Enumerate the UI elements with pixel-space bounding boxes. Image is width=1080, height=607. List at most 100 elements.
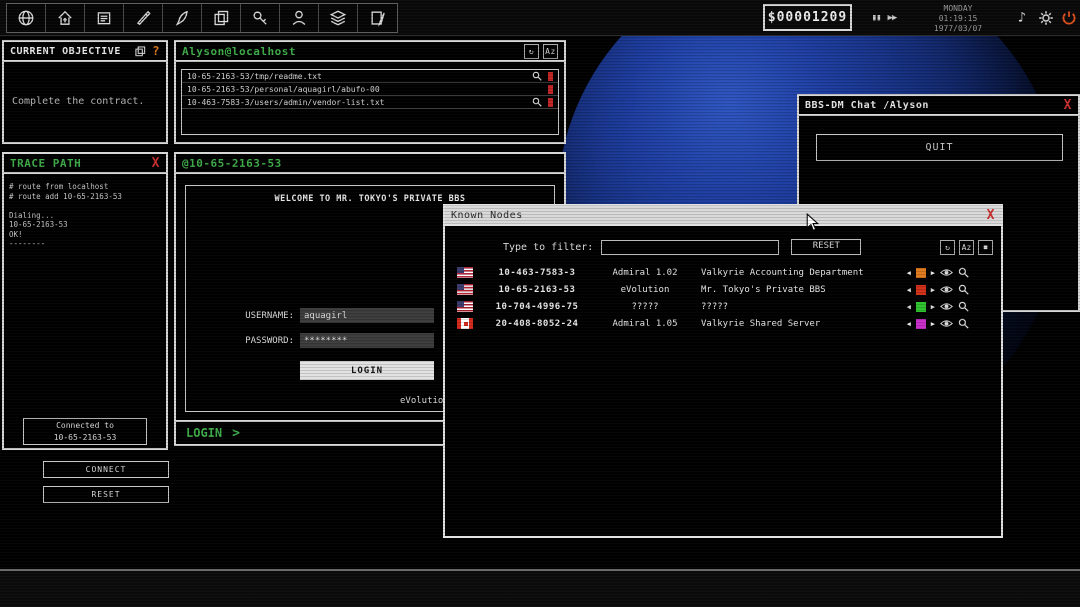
- nodes-titlebar[interactable]: Known Nodes X: [445, 206, 1001, 226]
- node-address: 10-463-7583-3: [498, 267, 576, 278]
- search-icon[interactable]: [958, 318, 969, 329]
- fast-forward-button[interactable]: ▶▶: [888, 13, 898, 23]
- connection-status: Connected to 10-65-2163-53: [23, 418, 147, 445]
- nodes-title: Known Nodes: [451, 209, 523, 221]
- password-field[interactable]: [300, 333, 434, 348]
- popout-icon[interactable]: [135, 45, 146, 57]
- eye-icon[interactable]: [940, 319, 953, 328]
- node-row: 20-408-8052-24 Admiral 1.05 Valkyrie Sha…: [453, 315, 993, 332]
- history-icon[interactable]: ↻: [524, 43, 539, 59]
- reset-button[interactable]: RESET: [43, 486, 169, 503]
- connect-button[interactable]: CONNECT: [43, 461, 169, 478]
- music-icon[interactable]: ♪: [1012, 8, 1032, 28]
- design-tools-icon[interactable]: [124, 4, 163, 32]
- software-stack-icon[interactable]: [319, 4, 358, 32]
- login-button[interactable]: LOGIN: [300, 361, 434, 380]
- color-prev-button[interactable]: ◀: [907, 303, 911, 311]
- file-path: 10-463-7583-3/users/admin/vendor-list.tx…: [187, 97, 385, 107]
- eye-icon[interactable]: [940, 302, 953, 311]
- close-icon[interactable]: X: [987, 208, 995, 223]
- username-label: USERNAME:: [245, 310, 294, 321]
- color-next-button[interactable]: ▶: [931, 269, 935, 277]
- eye-icon[interactable]: [940, 268, 953, 277]
- history-icon[interactable]: ↻: [940, 239, 955, 255]
- pause-button[interactable]: ▮▮: [872, 13, 882, 23]
- gear-icon[interactable]: [1036, 8, 1056, 28]
- home-upload-icon[interactable]: [46, 4, 85, 32]
- search-icon[interactable]: [958, 284, 969, 295]
- color-prev-button[interactable]: ◀: [907, 286, 911, 294]
- newspaper-icon[interactable]: [85, 4, 124, 32]
- view-file-icon[interactable]: [532, 71, 542, 81]
- mission-notes-icon[interactable]: [358, 4, 397, 32]
- help-icon[interactable]: ?: [152, 44, 160, 58]
- node-description: Mr. Tokyo's Private BBS: [701, 284, 826, 295]
- objective-titlebar: CURRENT OBJECTIVE ?: [4, 42, 166, 62]
- search-icon[interactable]: [958, 301, 969, 312]
- clock-day: MONDAY: [943, 4, 973, 13]
- node-address: 20-408-8052-24: [495, 318, 579, 329]
- country-flag-icon: [457, 301, 473, 312]
- trace-log: # route from localhost # route add 10-65…: [9, 182, 122, 248]
- node-description: Valkyrie Accounting Department: [701, 267, 864, 278]
- power-icon[interactable]: [1059, 8, 1079, 28]
- money-display: $00001209: [763, 4, 852, 31]
- identity-icon[interactable]: [280, 4, 319, 32]
- clock-date: 1977/03/07: [933, 24, 983, 33]
- node-controls: ◀ ▶: [907, 284, 969, 295]
- app-icon-strip: [6, 3, 398, 33]
- node-row: 10-463-7583-3 Admiral 1.02 Valkyrie Acco…: [453, 264, 993, 281]
- delete-file-icon[interactable]: [548, 97, 553, 107]
- node-controls: ◀ ▶: [907, 267, 969, 278]
- node-color-swatch[interactable]: [915, 318, 926, 329]
- sort-az-icon[interactable]: Az: [959, 239, 974, 255]
- username-field[interactable]: [300, 308, 434, 323]
- country-flag-icon: [457, 267, 473, 278]
- file-list: 10-65-2163-53/tmp/readme.txt 10-65-2163-…: [181, 69, 559, 135]
- color-next-button[interactable]: ▶: [931, 286, 935, 294]
- game-screen: { "topbar": { "icons": ["world-network",…: [0, 0, 1080, 607]
- crt-line: [0, 569, 1080, 571]
- color-prev-button[interactable]: ◀: [907, 320, 911, 328]
- delete-file-icon[interactable]: [548, 84, 553, 94]
- crt-band: [0, 571, 1080, 607]
- color-next-button[interactable]: ▶: [931, 303, 935, 311]
- objective-title: CURRENT OBJECTIVE: [10, 45, 121, 57]
- time-controls: ▮▮ ▶▶: [858, 4, 910, 31]
- view-mode-icon[interactable]: ■: [978, 239, 993, 255]
- ink-quill-icon[interactable]: [163, 4, 202, 32]
- objective-text: Complete the contract.: [12, 95, 145, 107]
- node-color-swatch[interactable]: [915, 284, 926, 295]
- node-system: ?????: [631, 301, 659, 312]
- sort-az-icon[interactable]: Az: [543, 43, 558, 59]
- search-icon[interactable]: [958, 267, 969, 278]
- file-row: 10-65-2163-53/tmp/readme.txt: [182, 70, 558, 83]
- color-prev-button[interactable]: ◀: [907, 269, 911, 277]
- keychain-icon[interactable]: [241, 4, 280, 32]
- close-icon[interactable]: X: [152, 156, 160, 171]
- node-color-swatch[interactable]: [915, 301, 926, 312]
- file-row: 10-463-7583-3/users/admin/vendor-list.tx…: [182, 96, 558, 109]
- quit-button[interactable]: QUIT: [816, 134, 1063, 161]
- bbs-welcome-text: WELCOME TO MR. TOKYO'S PRIVATE BBS: [274, 194, 466, 204]
- nodes-toolbar: Type to filter: RESET ↻ Az ■: [445, 238, 1001, 256]
- filter-input[interactable]: [601, 239, 780, 255]
- bbs-title: @10-65-2163-53: [182, 156, 282, 170]
- filter-label: Type to filter:: [503, 241, 594, 253]
- delete-file-icon[interactable]: [548, 71, 553, 81]
- file-path: 10-65-2163-53/personal/aquagirl/abufo-00: [187, 84, 380, 94]
- file-copier-icon[interactable]: [202, 4, 241, 32]
- view-file-icon[interactable]: [532, 97, 542, 107]
- node-controls: ◀ ▶: [907, 318, 969, 329]
- file-row: 10-65-2163-53/personal/aquagirl/abufo-00: [182, 83, 558, 96]
- node-color-swatch[interactable]: [915, 267, 926, 278]
- filter-reset-button[interactable]: RESET: [791, 239, 862, 255]
- color-next-button[interactable]: ▶: [931, 320, 935, 328]
- world-network-icon[interactable]: [7, 4, 46, 32]
- bbs-brand-text: eVolution: [400, 396, 449, 406]
- node-system: Admiral 1.02: [612, 267, 678, 278]
- command-label[interactable]: LOGIN: [186, 426, 222, 440]
- close-icon[interactable]: X: [1064, 98, 1072, 113]
- password-label: PASSWORD:: [245, 335, 294, 346]
- eye-icon[interactable]: [940, 285, 953, 294]
